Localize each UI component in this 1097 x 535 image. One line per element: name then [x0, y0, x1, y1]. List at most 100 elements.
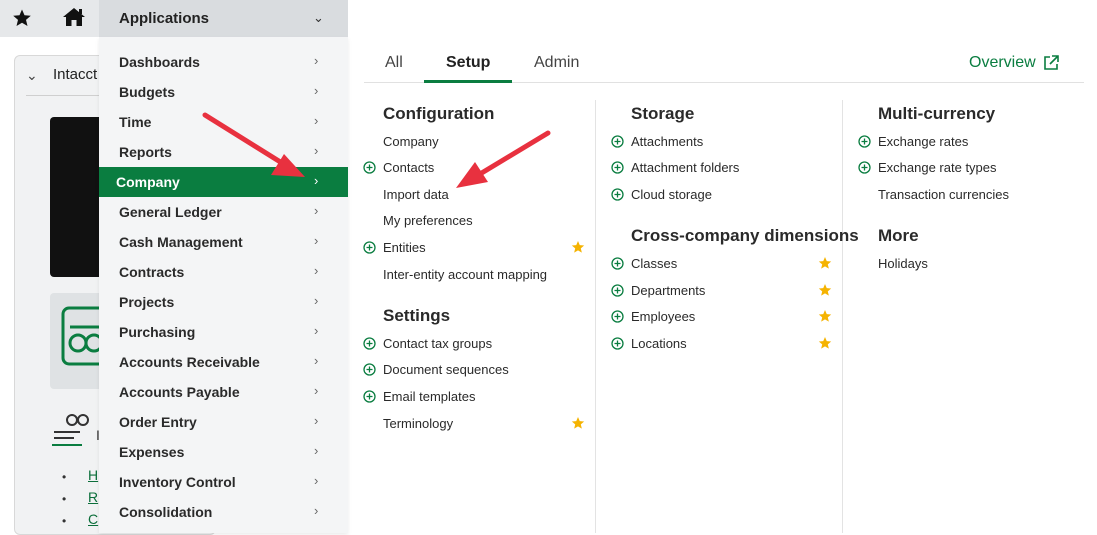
link-departments[interactable]: Departments	[631, 283, 705, 298]
favorite-star-icon[interactable]	[571, 240, 585, 254]
home-icon[interactable]	[62, 6, 86, 28]
chevron-right-icon: ›	[314, 293, 319, 308]
applications-menu-button[interactable]: Applications ⌄	[99, 0, 348, 37]
link-company[interactable]: Company	[383, 134, 439, 149]
favorite-star-icon[interactable]	[818, 309, 832, 323]
favorites-star-icon[interactable]	[12, 8, 32, 28]
tab-admin[interactable]: Admin	[534, 54, 579, 72]
menu-item-contracts[interactable]: Contracts ›	[99, 257, 348, 287]
menu-item-label: Company	[116, 174, 180, 190]
overview-link[interactable]: Overview	[969, 54, 1036, 72]
link-holidays[interactable]: Holidays	[878, 256, 928, 271]
chevron-right-icon: ›	[314, 143, 319, 158]
favorite-star-icon[interactable]	[571, 416, 585, 430]
add-plus-icon[interactable]	[611, 257, 624, 270]
favorite-star-icon[interactable]	[818, 336, 832, 350]
tab-setup[interactable]: Setup	[446, 54, 490, 72]
menu-item-label: Projects	[119, 294, 175, 310]
menu-item-budgets[interactable]: Budgets ›	[99, 77, 348, 107]
link-document-sequences[interactable]: Document sequences	[383, 362, 509, 377]
add-plus-icon[interactable]	[363, 390, 376, 403]
menu-item-expenses[interactable]: Expenses ›	[99, 437, 348, 467]
menu-item-time[interactable]: Time ›	[99, 107, 348, 137]
link-classes[interactable]: Classes	[631, 256, 677, 271]
bullet: •	[62, 470, 67, 484]
chevron-right-icon: ›	[314, 263, 319, 278]
menu-item-label: Cash Management	[119, 234, 243, 250]
add-plus-icon[interactable]	[363, 241, 376, 254]
tab-all[interactable]: All	[385, 54, 403, 72]
chevron-right-icon: ›	[314, 203, 319, 218]
menu-item-label: Purchasing	[119, 324, 196, 340]
add-plus-icon[interactable]	[611, 310, 624, 323]
link-inter-entity-account-mapping[interactable]: Inter-entity account mapping	[383, 267, 547, 282]
link-exchange-rates[interactable]: Exchange rates	[878, 134, 968, 149]
applications-label: Applications	[119, 10, 210, 27]
menu-item-label: Accounts Payable	[119, 384, 240, 400]
section-title-cross-company-dimensions: Cross-company dimensions	[631, 226, 859, 245]
link-import-data[interactable]: Import data	[383, 187, 449, 202]
link-employees[interactable]: Employees	[631, 309, 695, 324]
menu-item-accounts-payable[interactable]: Accounts Payable ›	[99, 377, 348, 407]
chevron-right-icon: ›	[314, 413, 319, 428]
menu-item-reports[interactable]: Reports ›	[99, 137, 348, 167]
background-link[interactable]: C	[88, 511, 98, 527]
add-plus-icon[interactable]	[611, 284, 624, 297]
link-entities[interactable]: Entities	[383, 240, 426, 255]
menu-item-general-ledger[interactable]: General Ledger ›	[99, 197, 348, 227]
link-terminology[interactable]: Terminology	[383, 416, 453, 431]
menu-item-dashboards[interactable]: Dashboards ›	[99, 47, 348, 77]
menu-item-cash-management[interactable]: Cash Management ›	[99, 227, 348, 257]
glasses-icon	[52, 414, 89, 446]
favorite-star-icon[interactable]	[818, 283, 832, 297]
add-plus-icon[interactable]	[363, 337, 376, 350]
active-tab-indicator	[424, 80, 512, 83]
collapse-chevron-icon[interactable]: ⌄	[26, 67, 38, 84]
menu-item-company[interactable]: Company ›	[99, 167, 348, 197]
add-plus-icon[interactable]	[611, 135, 624, 148]
add-plus-icon[interactable]	[611, 188, 624, 201]
link-transaction-currencies[interactable]: Transaction currencies	[878, 187, 1009, 202]
chevron-right-icon: ›	[314, 383, 319, 398]
menu-item-order-entry[interactable]: Order Entry ›	[99, 407, 348, 437]
bullet: •	[62, 492, 67, 506]
link-exchange-rate-types[interactable]: Exchange rate types	[878, 160, 997, 175]
section-title-settings: Settings	[383, 306, 451, 325]
link-locations[interactable]: Locations	[631, 336, 687, 351]
add-plus-icon[interactable]	[363, 161, 376, 174]
section-title-configuration: Configuration	[383, 104, 495, 123]
add-plus-icon[interactable]	[858, 135, 871, 148]
background-link[interactable]: H	[88, 467, 98, 483]
link-email-templates[interactable]: Email templates	[383, 389, 475, 404]
link-contacts[interactable]: Contacts	[383, 160, 434, 175]
column-divider	[842, 100, 843, 533]
add-plus-icon[interactable]	[611, 337, 624, 350]
link-contact-tax-groups[interactable]: Contact tax groups	[383, 336, 492, 351]
background-link[interactable]: R	[88, 489, 98, 505]
link-my-preferences[interactable]: My preferences	[383, 213, 473, 228]
chevron-right-icon: ›	[314, 173, 319, 188]
menu-item-inventory-control[interactable]: Inventory Control ›	[99, 467, 348, 497]
bullet: •	[62, 514, 67, 528]
link-cloud-storage[interactable]: Cloud storage	[631, 187, 712, 202]
menu-item-purchasing[interactable]: Purchasing ›	[99, 317, 348, 347]
menu-item-consolidation[interactable]: Consolidation ›	[99, 497, 348, 527]
add-plus-icon[interactable]	[363, 363, 376, 376]
chevron-down-icon: ⌄	[313, 10, 324, 25]
menu-item-accounts-receivable[interactable]: Accounts Receivable ›	[99, 347, 348, 377]
menu-item-projects[interactable]: Projects ›	[99, 287, 348, 317]
add-plus-icon[interactable]	[858, 161, 871, 174]
favorite-star-icon[interactable]	[818, 256, 832, 270]
link-attachments[interactable]: Attachments	[631, 134, 703, 149]
menu-item-label: Inventory Control	[119, 474, 236, 490]
external-link-icon[interactable]	[1042, 54, 1060, 72]
menu-item-label: Reports	[119, 144, 172, 160]
menu-item-label: Contracts	[119, 264, 185, 280]
add-plus-icon[interactable]	[611, 161, 624, 174]
section-title-storage: Storage	[631, 104, 695, 123]
chevron-right-icon: ›	[314, 233, 319, 248]
link-attachment-folders[interactable]: Attachment folders	[631, 160, 739, 175]
chevron-right-icon: ›	[314, 83, 319, 98]
chevron-right-icon: ›	[314, 473, 319, 488]
menu-item-label: Time	[119, 114, 152, 130]
